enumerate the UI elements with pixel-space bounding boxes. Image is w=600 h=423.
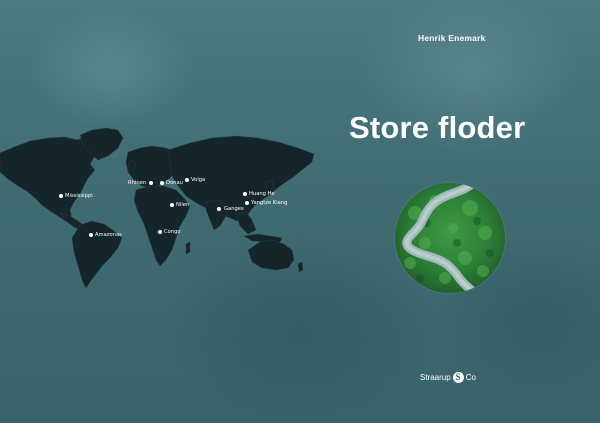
author-name: Henrik Enemark (418, 33, 486, 43)
river-label-nilen: Nilen (176, 202, 190, 208)
publisher-name-part1: Straarup (420, 373, 451, 382)
river-label-congo: Congo (164, 229, 181, 235)
publisher-s-icon: S (452, 372, 464, 383)
river-dot-volga (185, 178, 189, 182)
river-dot-congo (158, 230, 162, 234)
book-title: Store floder (349, 110, 526, 145)
river-label-yangtze-kiang: Yangtze Kiang (251, 200, 288, 206)
river-label-volga: Volga (191, 177, 206, 183)
africa-landmass (133, 185, 191, 267)
river-dot-nilen (170, 203, 174, 207)
madagascar-landmass (185, 241, 191, 255)
river-label-ganges: Ganges (224, 206, 244, 212)
river-dot-yangtze-kiang (245, 201, 249, 205)
river-dot-amazonas (89, 233, 93, 237)
publisher-name-part2: Co (465, 373, 476, 382)
river-dot-rhinen (149, 181, 153, 185)
river-label-rhinen: Rhinen (128, 180, 147, 186)
indonesia-landmass (243, 233, 283, 243)
publisher-logo: Straarup S Co (420, 372, 476, 383)
india-landmass (205, 199, 229, 231)
river-photo (395, 183, 505, 293)
river-dot-ganges (217, 207, 221, 211)
river-label-amazonas: Amazonas (95, 232, 122, 238)
southeast-asia-landmass (235, 211, 257, 235)
australia-landmass (247, 239, 295, 271)
book-cover: Henrik Enemark Store floder Mississippi … (0, 0, 600, 423)
river-dot-huang-he (243, 192, 247, 196)
river-label-mississippi: Mississippi (65, 193, 93, 199)
world-map (0, 127, 315, 289)
river-label-donau: Donau (166, 180, 183, 186)
river-dot-mississippi (59, 194, 63, 198)
river-dot-donau (160, 181, 164, 185)
river-label-huang-he: Huang He (249, 191, 275, 197)
new-zealand-landmass (297, 261, 304, 273)
